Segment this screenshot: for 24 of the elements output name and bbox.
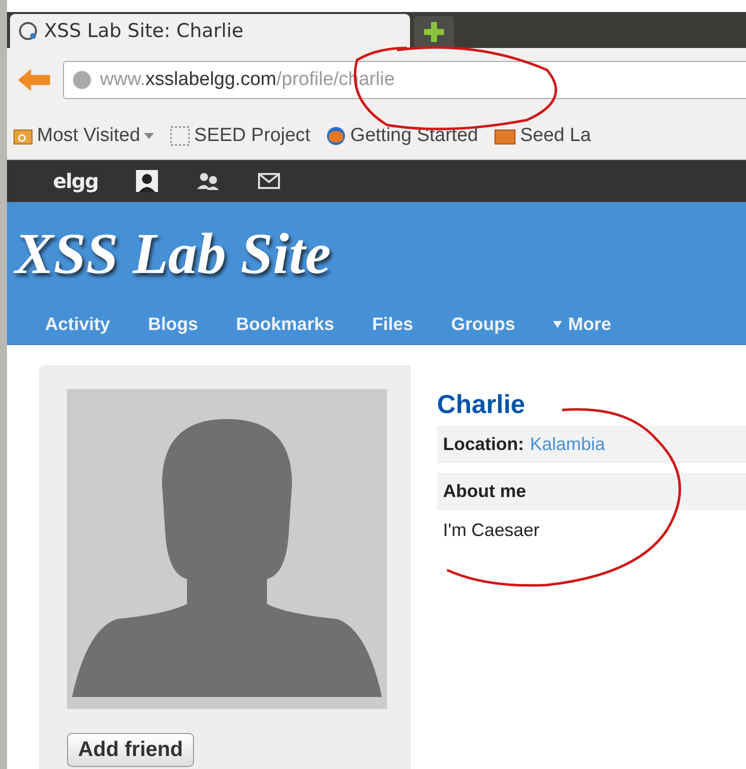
page-icon (170, 126, 190, 146)
about-text: I'm Caesaer (442, 520, 540, 541)
globe-icon (18, 21, 38, 41)
add-friend-button[interactable]: Add friend (67, 733, 194, 767)
globe-icon (72, 70, 92, 90)
friends-icon[interactable] (196, 172, 220, 190)
elgg-logo[interactable]: elgg (53, 169, 98, 193)
about-heading: About me (437, 473, 746, 510)
globe-icon (326, 126, 346, 146)
bookmark-item[interactable]: Most Visited (13, 124, 154, 146)
bookmark-item[interactable]: Seed La (494, 124, 591, 146)
folder-icon (494, 126, 516, 144)
profile-name: Charlie (437, 389, 526, 420)
mail-icon[interactable] (258, 173, 280, 189)
site-title: XSS Lab Site (15, 220, 331, 287)
caret-icon (553, 321, 562, 328)
avatar-icon[interactable] (136, 170, 158, 192)
browser-tab[interactable]: XSS Lab Site: Charlie (10, 14, 410, 48)
location-label: Location: (443, 434, 524, 454)
bookmark-item[interactable]: SEED Project (170, 124, 310, 146)
plus-icon (423, 21, 445, 43)
new-tab-button[interactable] (414, 16, 454, 48)
folder-icon (13, 126, 33, 144)
caret-icon (144, 132, 154, 140)
